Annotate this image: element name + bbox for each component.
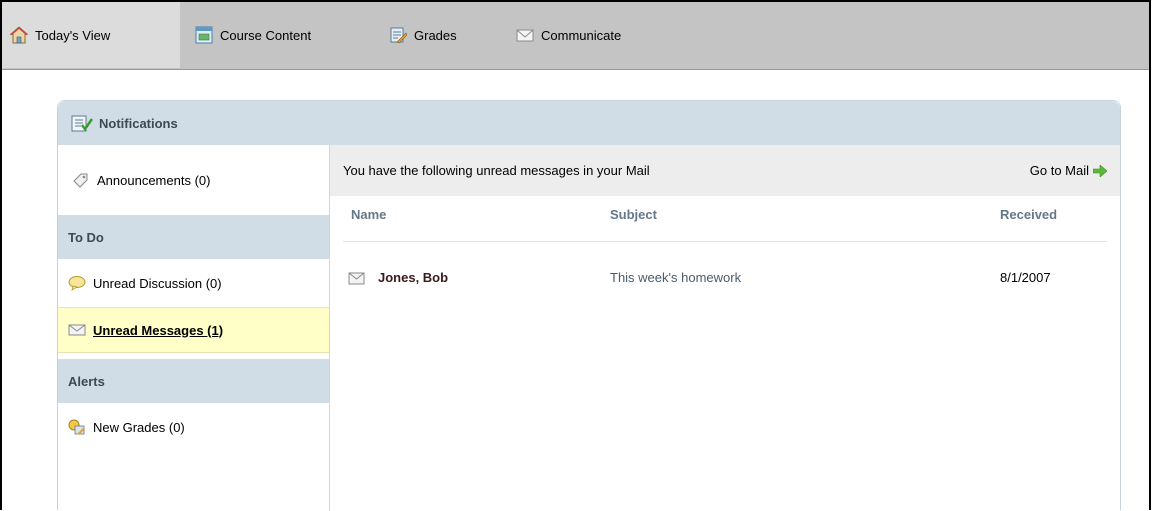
tab-label: Communicate — [541, 27, 622, 43]
sidebar-item-unread-discussion[interactable]: Unread Discussion (0) — [58, 259, 329, 307]
speech-bubble-icon — [68, 276, 86, 291]
tab-label: Grades — [414, 27, 457, 43]
notifications-icon — [71, 115, 93, 132]
sidebar-item-label: Unread Messages (1) — [93, 322, 224, 338]
new-grades-icon — [68, 419, 85, 435]
column-header-received[interactable]: Received — [1000, 207, 1057, 222]
message-bar-text: You have the following unread messages i… — [343, 163, 650, 178]
arrow-right-icon — [1093, 164, 1107, 177]
home-icon — [10, 26, 28, 44]
message-bar: You have the following unread messages i… — [330, 145, 1120, 196]
tag-icon — [73, 173, 88, 188]
column-header-subject[interactable]: Subject — [610, 207, 657, 222]
sidebar-item-label: Unread Discussion (0) — [93, 275, 222, 291]
sidebar-item-unread-messages[interactable]: Unread Messages (1) — [58, 307, 329, 353]
sidebar-item-new-grades[interactable]: New Grades (0) — [58, 403, 329, 451]
top-navigation-bar: Today's View Course Content Grades Commu… — [2, 2, 1149, 70]
messages-area: You have the following unread messages i… — [330, 145, 1120, 511]
message-row[interactable]: Jones, Bob This week's homework 8/1/2007 — [330, 270, 1120, 292]
section-header-alerts: Alerts — [58, 359, 329, 403]
tab-todays-view[interactable]: Today's View — [2, 2, 180, 68]
go-to-mail-label: Go to Mail — [1029, 163, 1089, 178]
envelope-icon — [348, 272, 365, 285]
tab-grades[interactable]: Grades — [389, 2, 457, 68]
message-subject[interactable]: This week's homework — [610, 270, 741, 285]
panel-title: Notifications — [99, 115, 178, 131]
course-content-icon — [195, 26, 213, 44]
message-sender[interactable]: Jones, Bob — [378, 270, 448, 285]
header-divider — [343, 241, 1107, 242]
section-header-to-do: To Do — [58, 215, 329, 259]
envelope-icon — [516, 29, 534, 42]
sidebar-item-announcements[interactable]: Announcements (0) — [58, 145, 329, 215]
sidebar-item-label: New Grades (0) — [93, 419, 185, 435]
notifications-sidebar: Announcements (0) To Do Unread Discussio… — [58, 145, 330, 511]
message-received-date: 8/1/2007 — [1000, 270, 1051, 285]
envelope-icon — [68, 324, 86, 336]
tab-label: Today's View — [35, 27, 111, 43]
tab-communicate[interactable]: Communicate — [516, 2, 621, 68]
sidebar-item-label: Announcements (0) — [97, 172, 211, 188]
column-header-name[interactable]: Name — [351, 207, 386, 222]
go-to-mail-link[interactable]: Go to Mail — [1030, 145, 1107, 196]
grades-icon — [390, 27, 407, 44]
tab-course-content[interactable]: Course Content — [195, 2, 311, 68]
panel-header: Notifications — [58, 101, 1120, 145]
tab-label: Course Content — [220, 27, 312, 43]
notifications-panel: Notifications Announcements (0) To Do Un… — [57, 100, 1121, 511]
